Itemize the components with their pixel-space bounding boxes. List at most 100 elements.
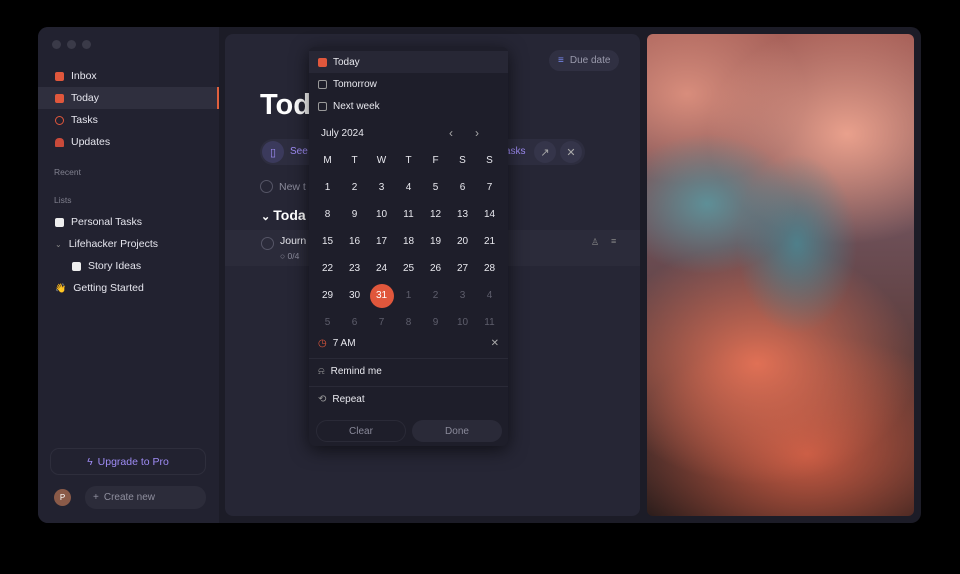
day-number: 1 [405, 290, 412, 301]
close-icon[interactable]: ✕ [560, 141, 582, 163]
day-number: 20 [456, 236, 469, 247]
calendar-day[interactable]: 11 [395, 201, 422, 228]
notes-icon[interactable]: ≡ [611, 236, 616, 246]
calendar-day[interactable]: 24 [368, 255, 395, 282]
calendar-icon [55, 93, 64, 103]
sidebar-item-inbox[interactable]: Inbox [38, 65, 219, 87]
task-checkbox[interactable] [261, 237, 274, 250]
weekday-label: F [432, 155, 439, 166]
calendar-day[interactable]: 26 [422, 255, 449, 282]
label: Lifehacker Projects [68, 238, 158, 250]
calendar-day[interactable]: 18 [395, 228, 422, 255]
quick-tomorrow[interactable]: Tomorrow [309, 73, 508, 95]
day-number: 9 [351, 209, 358, 220]
prev-month-icon[interactable]: ‹ [449, 126, 453, 140]
calendar-day[interactable]: 15 [314, 228, 341, 255]
calendar-day[interactable]: 30 [341, 282, 368, 309]
task-title: Journ [280, 235, 307, 247]
list-personal-tasks[interactable]: Personal Tasks [38, 211, 219, 233]
calendar-day[interactable]: 14 [476, 201, 503, 228]
quick-today[interactable]: Today [309, 51, 508, 73]
calendar-day[interactable]: 9 [341, 201, 368, 228]
day-number: 6 [459, 182, 466, 193]
calendar-day[interactable]: 4 [476, 282, 503, 309]
list-story-ideas[interactable]: Story Ideas [38, 255, 219, 277]
calendar-day[interactable]: 3 [368, 174, 395, 201]
day-number: 26 [429, 263, 442, 274]
sidebar-nav: Inbox Today Tasks Updates [38, 65, 219, 153]
calendar-day[interactable]: 27 [449, 255, 476, 282]
calendar-day[interactable]: 23 [341, 255, 368, 282]
placeholder: New t [279, 180, 306, 193]
calendar-day[interactable]: 8 [314, 201, 341, 228]
date-picker-popover: Today Tomorrow Next week July 2024 ‹ › M T… [309, 47, 508, 446]
sidebar: Inbox Today Tasks Updates Recent Lists P… [38, 27, 219, 523]
calendar-day[interactable]: 19 [422, 228, 449, 255]
day-number: 13 [456, 209, 469, 220]
upgrade-button[interactable]: ϟ Upgrade to Pro [50, 448, 206, 475]
day-number: 11 [484, 317, 495, 328]
calendar-day[interactable]: 20 [449, 228, 476, 255]
list-lifehacker-projects[interactable]: ⌄ Lifehacker Projects [38, 233, 219, 255]
clear-time-icon[interactable]: ✕ [491, 338, 499, 349]
next-month-icon[interactable]: › [475, 126, 479, 140]
sidebar-item-tasks[interactable]: Tasks [38, 109, 219, 131]
calendar-day[interactable]: 17 [368, 228, 395, 255]
calendar-day[interactable]: 1 [395, 282, 422, 309]
sidebar-item-today[interactable]: Today [38, 87, 219, 109]
cloud-photo [647, 34, 914, 516]
day-number: 7 [378, 317, 385, 328]
weekday-label: S [486, 155, 493, 166]
calendar-day[interactable]: 1 [314, 174, 341, 201]
filter-icon: ≡ [558, 55, 564, 66]
calendar-day[interactable]: 3 [449, 282, 476, 309]
create-new-button[interactable]: + Create new [85, 486, 206, 509]
calendar-day[interactable]: 29 [314, 282, 341, 309]
repeat-row[interactable]: ⟲ Repeat [309, 386, 508, 412]
calendar-day[interactable]: 31 [368, 282, 395, 309]
day-number: 28 [483, 263, 496, 274]
calendar-day[interactable]: 6 [449, 174, 476, 201]
done-button[interactable]: Done [412, 420, 502, 442]
calendar-day[interactable]: 22 [314, 255, 341, 282]
calendar-day[interactable]: 25 [395, 255, 422, 282]
subtask-count: ○ 0/4 [280, 251, 300, 261]
calendar-day[interactable]: 5 [422, 174, 449, 201]
calendar-icon [318, 101, 327, 111]
assign-icon[interactable]: ♙ [591, 237, 599, 248]
remind-me-row[interactable]: ⍾ Remind me [309, 358, 508, 384]
calendar-day[interactable]: 2 [341, 174, 368, 201]
calendar-day[interactable]: 7 [476, 174, 503, 201]
quick-next-week[interactable]: Next week [309, 95, 508, 117]
list-getting-started[interactable]: 👋 Getting Started [38, 277, 219, 299]
window-controls[interactable] [52, 40, 91, 49]
day-number: 9 [432, 317, 439, 328]
section-heading[interactable]: ⌄ Toda [261, 207, 306, 223]
note-icon [55, 217, 64, 227]
chevron-down-icon: ⌄ [261, 211, 274, 223]
weekday-label: M [323, 155, 332, 166]
clear-button[interactable]: Clear [316, 420, 406, 442]
sidebar-item-updates[interactable]: Updates [38, 131, 219, 153]
calendar-day[interactable]: 4 [395, 174, 422, 201]
calendar-day[interactable]: 28 [476, 255, 503, 282]
calendar-day[interactable]: 16 [341, 228, 368, 255]
calendar-day[interactable]: 12 [422, 201, 449, 228]
time-row[interactable]: ◷ 7 AM ✕ [309, 330, 508, 356]
new-task-input[interactable]: New t [260, 180, 306, 193]
calendar-day[interactable]: 13 [449, 201, 476, 228]
open-link-icon[interactable]: ↗ [534, 141, 556, 163]
day-number: 16 [348, 236, 361, 247]
due-date-sort-button[interactable]: ≡ Due date [549, 50, 620, 71]
label: Toda [273, 207, 306, 223]
day-number: 8 [405, 317, 412, 328]
calendar-day[interactable]: 21 [476, 228, 503, 255]
calendar-day[interactable]: 10 [368, 201, 395, 228]
banner-text-end: asks [505, 146, 526, 157]
day-number: 11 [403, 209, 414, 220]
calendar-day[interactable]: 2 [422, 282, 449, 309]
label: Remind me [330, 366, 382, 377]
wave-icon: 👋 [55, 282, 67, 293]
chevron-down-icon[interactable]: ⌄ [55, 240, 62, 249]
avatar[interactable]: P [54, 489, 71, 506]
